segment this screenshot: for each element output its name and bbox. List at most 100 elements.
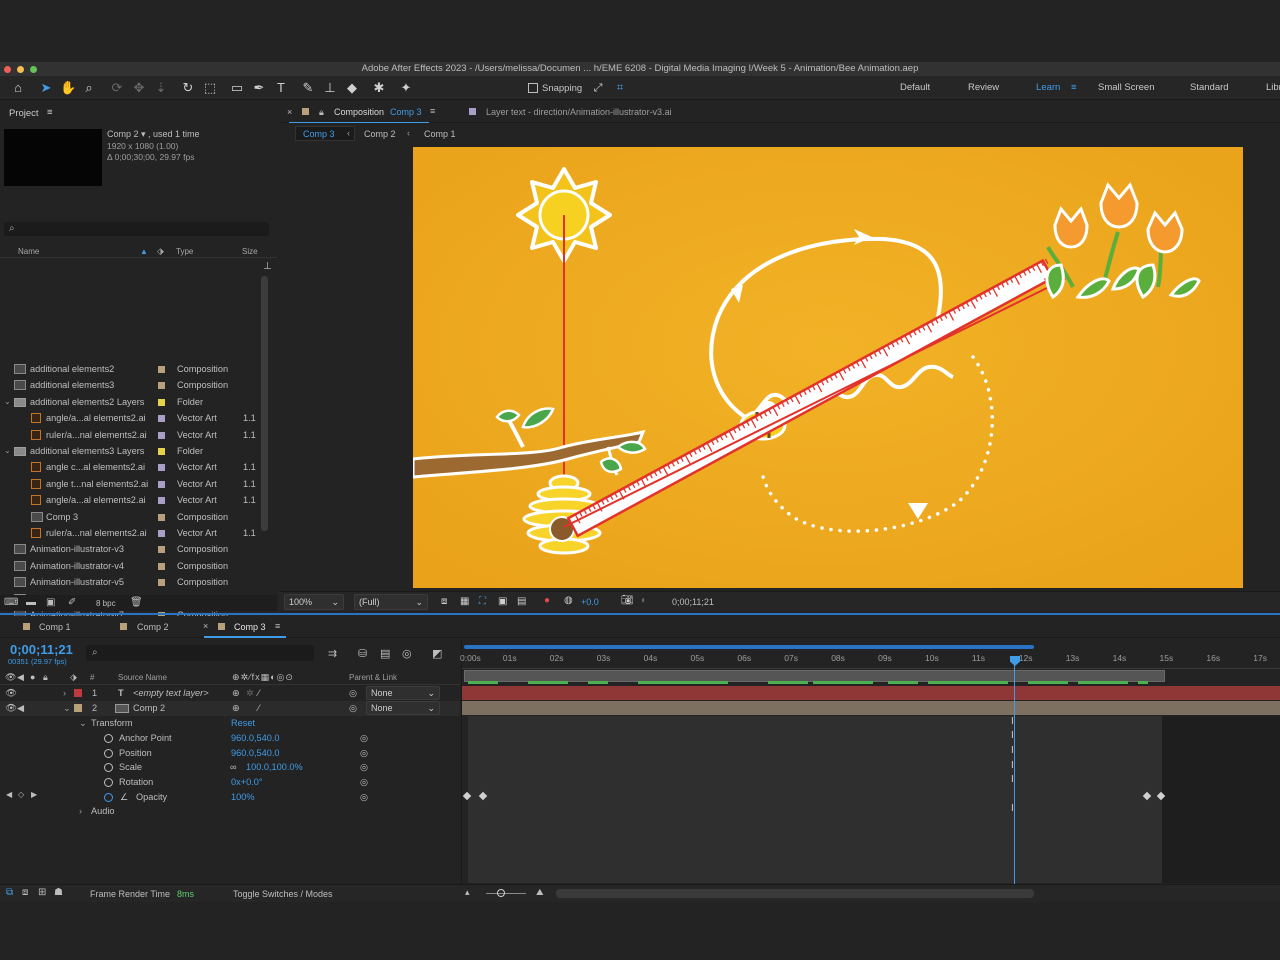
rectangle-tool-icon[interactable]: ▭ (229, 80, 245, 96)
pan-behind-tool-icon[interactable]: ⬚ (202, 80, 218, 96)
project-item[interactable]: Animation-illustrator-v3 Composition (0, 541, 262, 557)
property-row[interactable]: Rotation 0x+0.0° ◎ (0, 775, 460, 790)
stopwatch-icon[interactable] (104, 748, 113, 758)
draft-3d-icon[interactable]: ⛁ (358, 647, 367, 660)
label-color-swatch[interactable] (158, 562, 165, 570)
in-out-toggle-icon[interactable]: ⊞ (38, 887, 46, 898)
composition-tab-name[interactable]: Comp 3 (390, 107, 422, 117)
orbit-camera-icon[interactable]: ⟳ (109, 80, 125, 96)
layer-name[interactable]: Comp 2 (133, 701, 165, 716)
twirl-open-icon[interactable]: ⌄ (79, 716, 87, 731)
type-column-header[interactable]: Type (176, 247, 193, 256)
label-tag-icon[interactable]: ⬗ (70, 672, 77, 683)
label-color-swatch[interactable] (158, 382, 165, 390)
pen-tool-icon[interactable]: ✒ (251, 80, 267, 96)
timeline-timecode[interactable]: 0;00;11;21 (10, 642, 73, 657)
layer-color-swatch[interactable] (74, 704, 82, 712)
workspace-learn[interactable]: Learn (1036, 82, 1060, 93)
project-item[interactable]: angle c...al elements2.ai Vector Art 1.1 (0, 459, 262, 475)
adjust-settings-icon[interactable]: ✐ (68, 597, 76, 608)
label-color-swatch[interactable] (158, 464, 165, 472)
clone-stamp-tool-icon[interactable]: ⊥ (322, 80, 338, 96)
project-search-input[interactable]: ⌕ (4, 222, 269, 236)
property-value[interactable]: 960.0,540.0 (231, 746, 280, 761)
resolution-dropdown[interactable]: (Full) ⌄ (354, 594, 428, 610)
sort-ascending-icon[interactable]: ▲ (140, 247, 148, 256)
label-color-swatch[interactable] (158, 431, 165, 439)
label-color-swatch[interactable] (158, 579, 165, 587)
transform-reset-button[interactable]: Reset (231, 716, 255, 731)
pickwhip-icon[interactable]: ◎ (349, 686, 357, 701)
pan-camera-icon[interactable]: ✥ (131, 80, 147, 96)
project-item[interactable]: angle/a...al elements2.ai Vector Art 1.1 (0, 492, 262, 508)
property-value[interactable]: 100% (231, 790, 255, 805)
exposure-reset-icon[interactable]: ◍ (564, 595, 573, 606)
label-color-swatch[interactable] (158, 480, 165, 488)
project-scrollbar[interactable] (261, 276, 268, 531)
graph-toggle-icon[interactable]: ∠ (120, 790, 128, 805)
property-row[interactable]: Position 960.0,540.0 ◎ (0, 746, 460, 761)
constrain-proportions-icon[interactable]: ∞ (230, 760, 237, 775)
workspace-menu-icon[interactable]: ≡ (1071, 82, 1077, 93)
audio-icon[interactable]: ◀ (17, 701, 24, 716)
project-item[interactable]: Animation-illustrator-v5 Composition (0, 574, 262, 590)
puppet-pin-tool-icon[interactable]: ✦ (398, 80, 414, 96)
quality-switch-icon[interactable]: ⁄ (258, 686, 260, 701)
stopwatch-icon[interactable] (104, 792, 113, 802)
timeline-search-input[interactable]: ⌕ (86, 645, 314, 661)
layer-bar-2[interactable] (462, 701, 1280, 715)
zoom-slider[interactable] (486, 893, 526, 894)
snap-option-icon[interactable]: ⤢ (590, 80, 606, 96)
breadcrumb-comp1[interactable]: Comp 1 (424, 129, 456, 139)
timeline-tab-comp1[interactable]: Comp 1 (39, 622, 71, 632)
project-item[interactable]: angle/a...al elements2.ai Vector Art 1.1 (0, 410, 262, 426)
expression-pickwhip-icon[interactable]: ◎ (360, 746, 368, 761)
collapse-switch-icon[interactable]: ✲ (246, 686, 254, 701)
project-item[interactable]: Animation-illustrator-v4 Composition (0, 558, 262, 574)
close-window-button[interactable] (4, 66, 11, 73)
stopwatch-icon[interactable] (104, 734, 113, 743)
layer-row-2[interactable]: 👁︎ ◀ ⌄ 2 Comp 2 ⊕ ⁄ ◎ None ⌄ (0, 701, 460, 716)
stopwatch-icon[interactable] (104, 778, 113, 788)
lock-icon[interactable]: 🔒︎ (319, 107, 324, 118)
tab-menu-icon[interactable]: ≡ (430, 106, 435, 116)
property-row[interactable]: Scale ∞ 100.0,100.0% ◎ (0, 760, 460, 775)
dolly-camera-icon[interactable]: ⇣ (153, 80, 169, 96)
next-keyframe-icon[interactable]: ▶ (31, 790, 37, 799)
lock-switch-icon[interactable]: 🔒︎ (43, 672, 48, 683)
breadcrumb-comp3[interactable]: Comp 3 (303, 129, 335, 139)
property-value[interactable]: 0x+0.0° (231, 775, 263, 790)
zoom-out-icon[interactable]: ▴ (465, 887, 470, 898)
label-color-swatch[interactable] (158, 415, 165, 423)
label-color-swatch[interactable] (158, 366, 165, 373)
name-column-header[interactable]: Name (18, 247, 39, 256)
channels-icon[interactable]: ● (544, 595, 550, 606)
mask-visibility-icon[interactable]: ⛶ (479, 596, 486, 607)
transparency-grid-icon[interactable]: ▦ (460, 596, 469, 607)
layer-bar-1[interactable] (462, 686, 1280, 700)
comp-timecode[interactable]: 0;00;11;21 (672, 597, 714, 607)
layer-switches-icons[interactable]: ⊕✲⁄fx▦◐◎⊙ (232, 672, 294, 683)
project-item[interactable]: ruler/a...nal elements2.ai Vector Art 1.1 (0, 427, 262, 443)
workspace-default[interactable]: Default (900, 82, 930, 93)
timeline-tab-comp3[interactable]: Comp 3 (234, 622, 266, 632)
source-name-header[interactable]: Source Name (118, 673, 167, 682)
twirl-open-icon[interactable]: ⌄ (63, 701, 71, 716)
interpret-footage-icon[interactable]: ⌨ (4, 597, 18, 608)
fast-preview-icon[interactable]: ⧈ (441, 596, 447, 607)
label-color-swatch[interactable] (158, 513, 165, 521)
layer-row-1[interactable]: 👁︎ › 1 T <empty text layer> ⊕ ✲ ⁄ ◎ None… (0, 686, 460, 701)
render-time-toggle-icon[interactable]: ☗ (54, 887, 63, 898)
zoom-dropdown[interactable]: 100% ⌄ (284, 594, 344, 610)
zoom-slider-thumb[interactable] (497, 889, 505, 897)
solo-switch-icon[interactable]: ● (30, 672, 35, 682)
composition-tab-label[interactable]: Composition (334, 107, 384, 117)
motion-blur-icon[interactable]: ◩ (432, 647, 442, 660)
hand-tool-icon[interactable]: ✋ (60, 80, 76, 96)
project-item[interactable]: ruler/a...nal elements2.ai Vector Art 1.1 (0, 525, 262, 541)
project-item[interactable]: angle t...nal elements2.ai Vector Art 1.1 (0, 476, 262, 492)
tab-menu-icon[interactable]: ≡ (275, 621, 280, 631)
composition-canvas[interactable] (413, 147, 1243, 588)
expression-pickwhip-icon[interactable]: ◎ (360, 790, 368, 805)
selection-tool-icon[interactable]: ➤ (38, 80, 54, 96)
